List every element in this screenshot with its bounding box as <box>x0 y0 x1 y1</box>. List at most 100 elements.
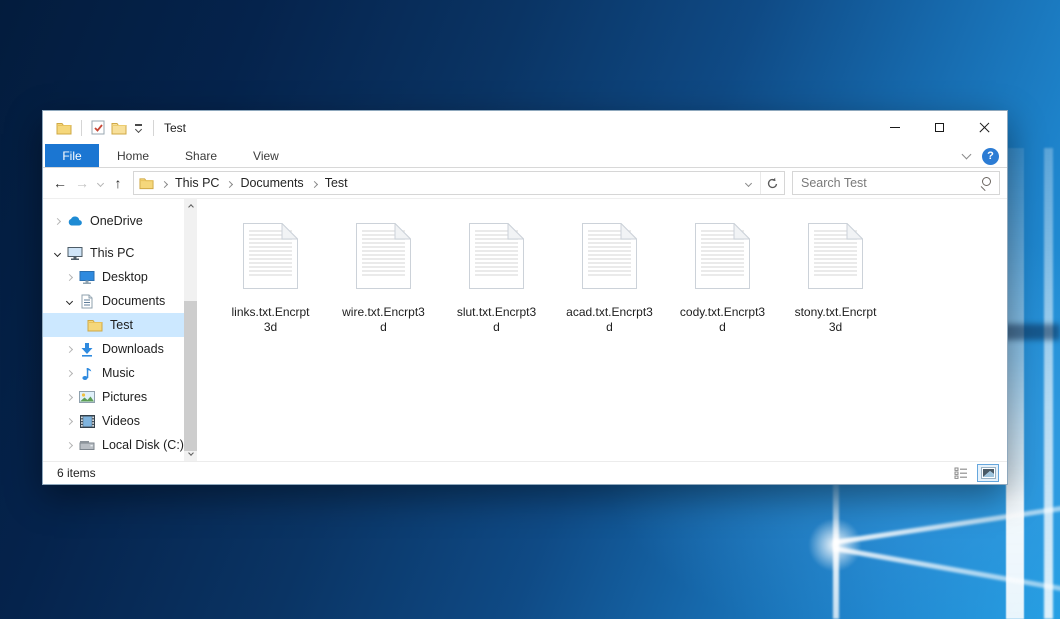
breadcrumb-chevron-icon <box>162 176 167 190</box>
expand-ribbon-chevron-icon[interactable] <box>962 150 972 160</box>
window-title: Test <box>164 121 186 135</box>
wallpaper-beam <box>834 506 1060 545</box>
forward-button[interactable]: → <box>71 171 93 195</box>
file-explorer-window: Test File Home Share View ? ← → ↑ <box>42 110 1008 485</box>
file-name: slut.txt.Encrpt3d <box>457 305 536 335</box>
breadcrumb-test[interactable]: Test <box>325 176 348 190</box>
wallpaper-beam <box>1006 148 1024 619</box>
file-item[interactable]: stony.txt.Encrpt3d <box>779 223 892 335</box>
address-folder-icon <box>139 176 154 190</box>
sidebar-item-local-disk-c[interactable]: Local Disk (C:) <box>43 433 184 457</box>
address-dropdown-chevron-icon[interactable] <box>736 172 760 194</box>
chevron-right-icon[interactable] <box>63 443 75 448</box>
tab-home[interactable]: Home <box>99 144 167 167</box>
search-icon[interactable] <box>979 176 993 190</box>
window-controls <box>872 111 1007 144</box>
address-bar[interactable]: This PC Documents Test <box>133 171 785 195</box>
music-note-icon <box>79 365 95 381</box>
sidebar-item-documents[interactable]: Documents <box>43 289 184 313</box>
file-name: cody.txt.Encrpt3d <box>680 305 765 335</box>
wallpaper-beam <box>833 468 839 619</box>
sidebar-item-label: Pictures <box>102 390 147 404</box>
tab-view[interactable]: View <box>235 144 297 167</box>
text-file-icon <box>356 223 411 289</box>
file-grid: links.txt.Encrpt3d wire.txt.Encrpt3d slu… <box>214 223 1007 335</box>
maximize-button[interactable] <box>917 111 962 144</box>
tab-file[interactable]: File <box>45 144 99 167</box>
sidebar-item-onedrive[interactable]: OneDrive <box>43 209 184 233</box>
wallpaper-beam <box>1044 148 1053 619</box>
chevron-down-icon[interactable] <box>51 251 63 256</box>
sidebar-item-label: Test <box>110 318 133 332</box>
ribbon-tabs: File Home Share View ? <box>43 144 1007 168</box>
chevron-right-icon[interactable] <box>63 347 75 352</box>
file-item[interactable]: cody.txt.Encrpt3d <box>666 223 779 335</box>
videos-icon <box>79 413 95 429</box>
refresh-icon[interactable] <box>760 172 784 194</box>
file-item[interactable]: acad.txt.Encrpt3d <box>553 223 666 335</box>
text-file-icon <box>469 223 524 289</box>
documents-icon <box>79 293 95 309</box>
scroll-down-icon[interactable] <box>184 447 197 461</box>
scrollbar-thumb[interactable] <box>184 301 197 451</box>
newfolder-quickaccess-icon[interactable] <box>111 121 127 135</box>
chevron-right-icon[interactable] <box>63 371 75 376</box>
chevron-right-icon[interactable] <box>63 419 75 424</box>
item-count: 6 items <box>57 466 96 480</box>
chevron-right-icon[interactable] <box>51 219 63 224</box>
file-name: links.txt.Encrpt3d <box>231 305 309 335</box>
up-button[interactable]: ↑ <box>107 171 129 195</box>
sidebar-item-downloads[interactable]: Downloads <box>43 337 184 361</box>
titlebar-separator <box>153 120 154 136</box>
help-button[interactable]: ? <box>982 148 999 165</box>
file-list-area[interactable]: links.txt.Encrpt3d wire.txt.Encrpt3d slu… <box>197 199 1007 461</box>
navigation-bar: ← → ↑ This PC Documents Test <box>43 168 1007 199</box>
sidebar-item-desktop[interactable]: Desktop <box>43 265 184 289</box>
minimize-button[interactable] <box>872 111 917 144</box>
tab-share[interactable]: Share <box>167 144 235 167</box>
breadcrumb-this-pc[interactable]: This PC <box>175 176 219 190</box>
sidebar-item-label: This PC <box>90 246 134 260</box>
details-view-button[interactable] <box>950 464 972 482</box>
onedrive-cloud-icon <box>67 213 83 229</box>
wallpaper-beam <box>806 516 864 574</box>
desktop-background: Test File Home Share View ? ← → ↑ <box>0 0 1060 619</box>
sidebar-item-test[interactable]: Test <box>43 313 184 337</box>
chevron-down-icon[interactable] <box>63 299 75 304</box>
titlebar[interactable]: Test <box>43 111 1007 144</box>
search-box[interactable] <box>792 171 1000 195</box>
file-item[interactable]: links.txt.Encrpt3d <box>214 223 327 335</box>
navigation-pane: OneDrive This PC Desktop <box>43 199 184 461</box>
sidebar-item-music[interactable]: Music <box>43 361 184 385</box>
file-item[interactable]: slut.txt.Encrpt3d <box>440 223 553 335</box>
folder-icon <box>87 317 103 333</box>
pictures-icon <box>79 389 95 405</box>
downloads-icon <box>79 341 95 357</box>
file-name: wire.txt.Encrpt3d <box>342 305 425 335</box>
close-button[interactable] <box>962 111 1007 144</box>
search-input[interactable] <box>801 176 979 190</box>
text-file-icon <box>695 223 750 289</box>
back-button[interactable]: ← <box>49 171 71 195</box>
breadcrumb-documents[interactable]: Documents <box>240 176 303 190</box>
sidebar-item-label: OneDrive <box>90 214 143 228</box>
recent-locations-chevron-icon[interactable] <box>93 181 107 186</box>
file-item[interactable]: wire.txt.Encrpt3d <box>327 223 440 335</box>
thumbnail-view-button[interactable] <box>977 464 999 482</box>
content-area: OneDrive This PC Desktop <box>43 199 1007 461</box>
sidebar-item-this-pc[interactable]: This PC <box>43 241 184 265</box>
breadcrumb-chevron-icon <box>227 176 232 190</box>
properties-quickaccess-icon[interactable] <box>91 120 105 135</box>
chevron-right-icon[interactable] <box>63 275 75 280</box>
explorer-folder-icon <box>56 121 72 135</box>
scroll-up-icon[interactable] <box>184 199 197 213</box>
customize-quickaccess-chevron-icon[interactable] <box>135 124 142 132</box>
sidebar-scrollbar[interactable] <box>184 199 197 461</box>
sidebar-item-pictures[interactable]: Pictures <box>43 385 184 409</box>
sidebar-item-label: Local Disk (C:) <box>102 438 184 452</box>
desktop-icon <box>79 269 95 285</box>
sidebar-item-label: Documents <box>102 294 165 308</box>
sidebar-item-label: Music <box>102 366 135 380</box>
chevron-right-icon[interactable] <box>63 395 75 400</box>
sidebar-item-videos[interactable]: Videos <box>43 409 184 433</box>
